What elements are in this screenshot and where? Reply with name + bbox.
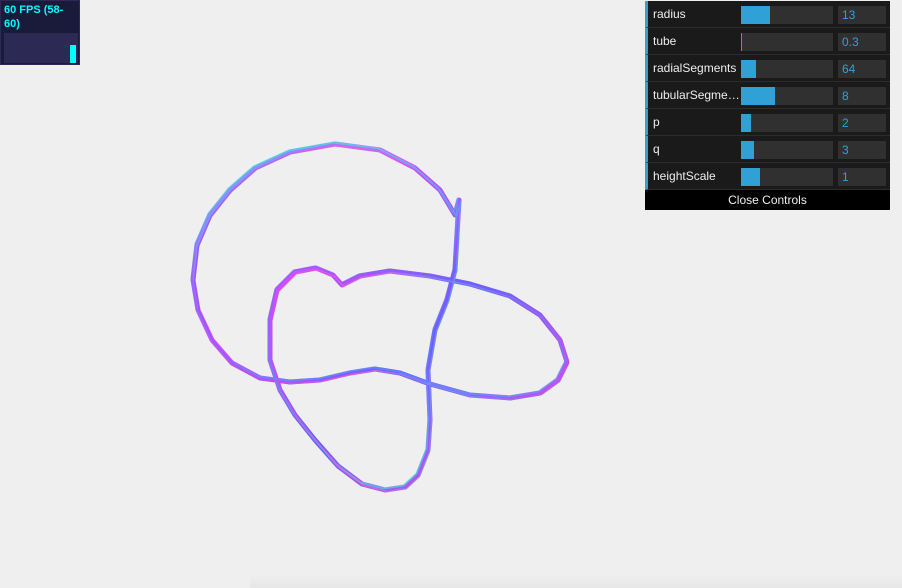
- control-label: heightScale: [653, 169, 716, 183]
- height-scale-input[interactable]: [838, 168, 886, 186]
- fps-stats-panel[interactable]: 60 FPS (58-60): [0, 0, 80, 65]
- height-scale-slider[interactable]: [741, 168, 833, 186]
- viewport-bottom-shade: [250, 575, 902, 588]
- fps-graph: [4, 33, 78, 63]
- radius-input[interactable]: [838, 6, 886, 24]
- control-row-height-scale: heightScale: [645, 163, 890, 190]
- control-row-radial-segments: radialSegments: [645, 55, 890, 82]
- q-slider[interactable]: [741, 141, 833, 159]
- control-label: tube: [653, 34, 677, 48]
- fps-readout: 60 FPS (58-60): [4, 4, 64, 30]
- slider-fill: [741, 168, 761, 186]
- radial-segments-slider[interactable]: [741, 60, 833, 78]
- knot-strand-shade: [193, 144, 570, 493]
- slider-fill: [741, 6, 771, 24]
- radial-segments-input[interactable]: [838, 60, 886, 78]
- knot-strand-upper: [190, 141, 570, 493]
- close-controls-button[interactable]: Close Controls: [645, 190, 890, 210]
- tubular-segments-input[interactable]: [838, 87, 886, 105]
- slider-fill: [741, 60, 756, 78]
- fps-graph-bar: [70, 45, 76, 63]
- control-label: tubularSegme…: [653, 88, 740, 102]
- knot-strand-highlight: [190, 141, 567, 490]
- p-input[interactable]: [838, 114, 886, 132]
- slider-fill: [741, 141, 754, 159]
- control-row-q: q: [645, 136, 890, 163]
- control-label: q: [653, 142, 660, 156]
- tube-slider[interactable]: [741, 33, 833, 51]
- slider-fill: [741, 114, 752, 132]
- radius-slider[interactable]: [741, 6, 833, 24]
- p-slider[interactable]: [741, 114, 833, 132]
- tubular-segments-slider[interactable]: [741, 87, 833, 105]
- control-row-tube: tube: [645, 28, 890, 55]
- control-row-tubular-segments: tubularSegme…: [645, 82, 890, 109]
- tube-input[interactable]: [838, 33, 886, 51]
- control-label: radialSegments: [653, 61, 737, 75]
- slider-fill: [741, 87, 776, 105]
- control-row-p: p: [645, 109, 890, 136]
- control-label: radius: [653, 7, 686, 21]
- q-input[interactable]: [838, 141, 886, 159]
- slider-fill: [741, 33, 742, 51]
- control-label: p: [653, 115, 660, 129]
- control-row-radius: radius: [645, 1, 890, 28]
- controls-panel: radius tube radialSegments tubularSegme……: [645, 1, 890, 210]
